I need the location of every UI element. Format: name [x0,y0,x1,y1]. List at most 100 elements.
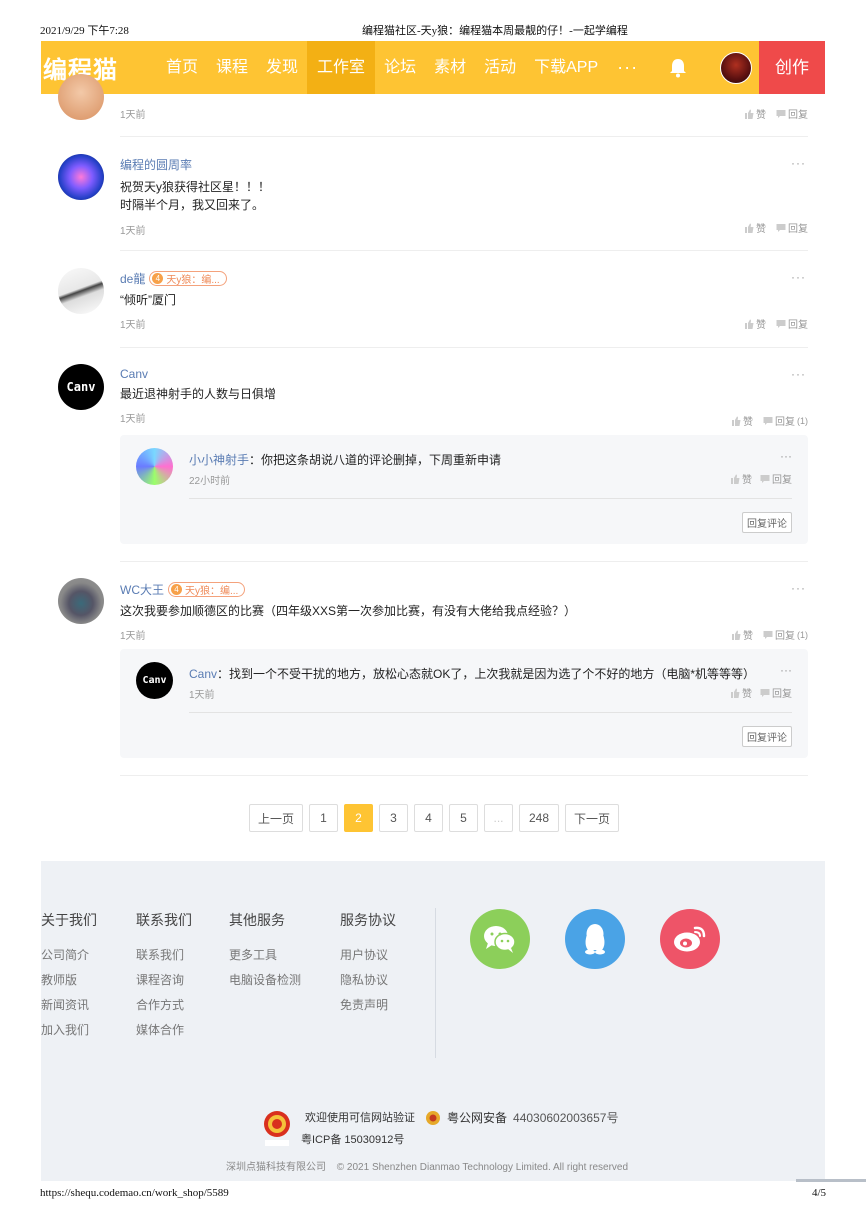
more-icon[interactable]: ··· [780,663,792,677]
reply-box: Canv Canv：找到一个不受干扰的地方，放松心态就OK了，上次我就是因为选了… [120,649,808,758]
comment-actions: 赞 回复 [744,106,808,121]
avatar-label: Canv [142,675,167,686]
comment-line: 祝贺天y狼获得社区星！！！ [120,180,271,194]
avatar[interactable] [58,74,104,120]
reply-button[interactable]: 回复 [776,106,808,121]
reply-button[interactable]: 回复 [776,316,808,331]
nav-item-studio[interactable]: 工作室 [307,41,376,94]
footer-link[interactable]: 课程咨询 [136,971,192,996]
print-date: 2021/9/29 下午7:28 [40,25,129,37]
icp-record[interactable]: 粤ICP备 15030912号 [301,1131,404,1147]
next-page-button[interactable]: 下一页 [565,804,619,832]
footer-link[interactable]: 教师版 [41,971,97,996]
footer-heading: 其他服务 [229,912,285,928]
avatar[interactable] [58,154,104,200]
reply-box: 小小神射手：你把这条胡说八道的评论删掉，下周重新申请 22小时前 ··· 赞 回… [120,435,808,544]
like-button[interactable]: 赞 [730,685,752,700]
comment-actions: 赞 回复 [744,220,808,235]
reply-button[interactable]: 回复 [760,471,792,486]
page-button[interactable]: 5 [449,804,478,832]
footer-link[interactable]: 免责声明 [340,996,396,1021]
list-item: ··· WC大王 4 天y狼：编... 这次我要参加顺德区的比赛（四年级XXS第一… [41,561,825,776]
trusted-site-text[interactable]: 欢迎使用可信网站验证 [305,1109,415,1125]
footer-link[interactable]: 隐私协议 [340,971,396,996]
nav-item-events[interactable]: 活动 [475,41,525,94]
badge-text: 天y狼：编... [185,586,239,597]
bell-icon[interactable] [658,41,698,94]
reply-author[interactable]: Canv [189,667,217,681]
police-number: 44030602003657号 [513,1111,619,1125]
divider [189,498,792,499]
thumbs-up-icon [745,223,754,233]
nav-item-materials[interactable]: 素材 [425,41,475,94]
author-name[interactable]: WC大王 [120,581,164,598]
comment-author[interactable]: Canv [120,367,808,381]
create-button[interactable]: 创作 [759,41,825,94]
reply-actions: 赞 回复 [730,471,792,486]
reply-button[interactable]: 回复 (1) [763,413,808,428]
reply-author[interactable]: 小小神射手 [189,453,249,467]
page-button-current[interactable]: 2 [344,804,373,832]
reply-button[interactable]: 回复 [776,220,808,235]
comment-text: 祝贺天y狼获得社区星！！！ 时隔半个月，我又回来了。 [120,178,808,214]
wechat-icon[interactable] [470,909,530,969]
reply-button[interactable]: 回复 (1) [763,627,808,642]
like-button[interactable]: 赞 [730,471,752,486]
thumbs-up-icon [732,416,741,426]
author-name[interactable]: de龍 [120,270,145,287]
thumbs-up-icon [732,630,741,640]
like-button[interactable]: 赞 [731,413,753,428]
page-button[interactable]: 3 [379,804,408,832]
page-button[interactable]: 4 [414,804,443,832]
comment-actions: 赞 回复 [744,316,808,331]
footer-heading: 服务协议 [340,912,396,928]
thumbs-up-icon [745,319,754,329]
scrollbar[interactable] [796,1179,866,1182]
prev-page-button[interactable]: 上一页 [249,804,303,832]
like-button[interactable]: 赞 [744,316,766,331]
like-button[interactable]: 赞 [744,220,766,235]
nav-item-forum[interactable]: 论坛 [375,41,425,94]
footer-link[interactable]: 媒体合作 [136,1021,192,1046]
footer-link[interactable]: 加入我们 [41,1021,97,1046]
reply-button[interactable]: 回复 [760,685,792,700]
comment-text: 最近退神射手的人数与日俱增 [120,387,277,401]
avatar[interactable]: Canv [58,364,104,410]
footer-link[interactable]: 用户协议 [340,946,396,971]
avatar[interactable] [58,578,104,624]
nav-more-button[interactable]: ··· [607,57,648,78]
weibo-icon[interactable] [660,909,720,969]
avatar[interactable] [136,448,173,485]
comment-author[interactable]: 编程的圆周率 [120,156,808,173]
like-button[interactable]: 赞 [744,106,766,121]
nav-item-download-app[interactable]: 下载APP [525,41,607,94]
footer-link[interactable]: 更多工具 [229,946,301,971]
more-icon[interactable]: ··· [780,449,792,463]
footer-link[interactable]: 公司简介 [41,946,97,971]
copyright: 深圳点猫科技有限公司 © 2021 Shenzhen Dianmao Techn… [226,1158,628,1173]
comment-author: de龍 4 天y狼：编... [120,270,808,287]
comment-icon [760,474,770,483]
divider [120,775,808,776]
like-button[interactable]: 赞 [731,627,753,642]
reply-comment-button[interactable]: 回复评论 [742,726,792,747]
footer-link[interactable]: 电脑设备检测 [229,971,301,996]
user-avatar[interactable] [720,51,753,84]
avatar[interactable]: Canv [136,662,173,699]
reply-comment-button[interactable]: 回复评论 [742,512,792,533]
nav-item-home[interactable]: 首页 [157,41,207,94]
footer-link[interactable]: 联系我们 [136,946,192,971]
comment-time: 1天前 [120,320,146,331]
nav-item-discover[interactable]: 发现 [257,41,307,94]
footer-link[interactable]: 新闻资讯 [41,996,97,1021]
qq-icon[interactable] [565,909,625,969]
footer-link[interactable]: 合作方式 [136,996,192,1021]
trusted-site-seal-icon[interactable] [259,1108,295,1148]
police-record[interactable]: 粤公网安备 44030602003657号 [425,1109,618,1126]
page-button[interactable]: 1 [309,804,338,832]
footer-column-contact: 联系我们 联系我们 课程咨询 合作方式 媒体合作 [136,910,192,1046]
nav-item-courses[interactable]: 课程 [207,41,257,94]
page-button[interactable]: 248 [519,804,559,832]
print-page-number: 4/5 [811,1187,826,1199]
avatar[interactable] [58,268,104,314]
